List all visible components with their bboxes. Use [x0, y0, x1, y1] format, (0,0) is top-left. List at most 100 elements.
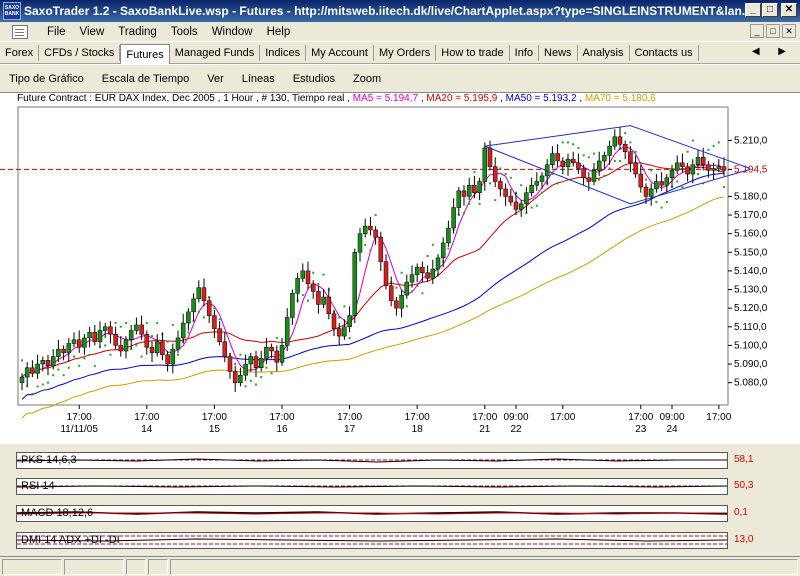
- candle-body: [102, 326, 108, 331]
- x-tick-time: 17:00: [405, 412, 430, 423]
- candlestick-chart[interactable]: 5.210,0 5.194,5 5.180,0 5.170,0 5.160,0 5.150…: [0, 93, 800, 445]
- menu-view[interactable]: View: [73, 26, 112, 38]
- candle-body: [66, 343, 72, 354]
- indicator-dmi-label: DMI 14 ADX +DI -DI: [21, 534, 120, 546]
- sar-dot: [166, 340, 169, 343]
- menu-lines[interactable]: Líneas: [233, 73, 284, 85]
- sar-dot: [244, 385, 247, 388]
- dmi-line: [17, 535, 727, 545]
- close-button[interactable]: ✕: [781, 3, 797, 17]
- candle-body: [113, 333, 118, 346]
- menu-window[interactable]: Window: [205, 26, 260, 38]
- sar-dot: [213, 307, 216, 310]
- sar-dot: [369, 249, 372, 252]
- sar-dot: [624, 132, 627, 135]
- candle-body: [628, 151, 633, 164]
- menu-time-scale[interactable]: Escala de Tiempo: [93, 73, 198, 85]
- indicator-rsi-label: RSI 14: [21, 480, 55, 492]
- tab-contacts-us[interactable]: Contacts us: [630, 44, 699, 61]
- indicator-rsi-value: 50,3: [734, 480, 754, 491]
- candle-body: [368, 225, 373, 231]
- sar-dot: [265, 366, 268, 369]
- price-chart-panel[interactable]: 5.210,0 5.194,5 5.180,0 5.170,0 5.160,0 5.150…: [0, 92, 800, 444]
- menu-studies[interactable]: Estudios: [284, 73, 344, 85]
- sar-dot: [140, 355, 143, 358]
- menu-help[interactable]: Help: [260, 26, 298, 38]
- document-icon[interactable]: [12, 24, 28, 39]
- indicator-macd[interactable]: MACD 18,12,6: [16, 505, 728, 522]
- candle-body: [212, 315, 217, 329]
- candle-body: [555, 153, 560, 162]
- candle-body: [451, 207, 456, 229]
- candle-body: [321, 296, 326, 305]
- candle-body: [716, 166, 722, 169]
- tab-indices[interactable]: Indices: [260, 44, 307, 61]
- candle-body: [35, 363, 40, 374]
- menu-zoom[interactable]: Zoom: [344, 73, 390, 85]
- tab-futures[interactable]: Futures: [120, 43, 170, 64]
- sar-dot: [707, 148, 710, 151]
- candle-body: [711, 168, 716, 171]
- candle-body: [581, 168, 586, 179]
- candle-body: [123, 339, 129, 352]
- tab-cfds-stocks[interactable]: CFDs / Stocks: [39, 44, 121, 61]
- indicator-macd-label: MACD 18,12,6: [21, 507, 94, 519]
- candle-body: [695, 157, 701, 165]
- tab-my-orders[interactable]: My Orders: [374, 44, 437, 61]
- tab-how-to-trade[interactable]: How to trade: [436, 44, 510, 61]
- candle-body: [503, 188, 508, 197]
- tab-info[interactable]: Info: [510, 44, 540, 61]
- sar-dot: [187, 331, 190, 334]
- indicator-dmi[interactable]: DMI 14 ADX +DI -DI: [16, 532, 728, 549]
- tab-forex[interactable]: Forex: [0, 44, 40, 61]
- tab-scroll-arrows[interactable]: ◀ ▶: [752, 46, 794, 57]
- indicator-rsi[interactable]: RSI 14: [16, 478, 728, 495]
- tab-news[interactable]: News: [539, 44, 578, 61]
- saxo-app-icon[interactable]: SAXO BANK: [3, 2, 21, 20]
- menu-trading[interactable]: Trading: [111, 26, 164, 38]
- candle-body: [472, 184, 477, 193]
- candle-body: [643, 186, 649, 197]
- sar-dot: [135, 344, 138, 347]
- legend-ma50: MA50 = 5.193,2: [505, 93, 577, 104]
- candle-body: [342, 326, 347, 337]
- candle-body: [128, 330, 134, 341]
- child-close-button[interactable]: ✕: [782, 24, 796, 38]
- y-tick-label: 5.170,0: [734, 210, 768, 221]
- child-restore-button[interactable]: □: [766, 24, 780, 38]
- candle-body: [331, 313, 337, 329]
- maximize-button[interactable]: □: [762, 3, 778, 17]
- sar-dot: [723, 186, 725, 189]
- candle-body: [258, 358, 264, 368]
- sar-dot: [177, 353, 179, 356]
- menu-file[interactable]: File: [40, 26, 73, 38]
- macd-line: [17, 511, 727, 515]
- candle-body: [154, 341, 160, 354]
- instrument-tabs: Forex CFDs / Stocks Futures Managed Fund…: [0, 42, 800, 64]
- candle-body: [477, 181, 482, 193]
- legend-ma20: MA20 = 5.195,9: [426, 93, 498, 104]
- candle-body: [45, 360, 51, 367]
- candle-body: [617, 136, 623, 145]
- tab-my-account[interactable]: My Account: [306, 44, 374, 61]
- sar-dot: [645, 178, 647, 181]
- tab-analysis[interactable]: Analysis: [578, 44, 630, 61]
- candle-body: [82, 337, 87, 348]
- minimize-button[interactable]: _: [745, 3, 761, 17]
- x-tick-time: 17:00: [134, 412, 159, 423]
- indicator-pks[interactable]: PKS 14,6,3: [16, 452, 728, 469]
- tab-managed-funds[interactable]: Managed Funds: [170, 44, 261, 61]
- child-minimize-button[interactable]: _: [750, 24, 764, 38]
- menu-ver[interactable]: Ver: [198, 73, 233, 85]
- sar-dot: [405, 305, 408, 308]
- candle-body: [191, 298, 196, 313]
- menu-bar: File View Trading Tools Window Help _ □ …: [0, 22, 800, 42]
- chart-legend: Future Contract : EUR DAX Index, Dec 200…: [17, 93, 656, 104]
- y-tick-label: 5.130,0: [734, 285, 768, 296]
- menu-chart-type[interactable]: Tipo de Gráfico: [0, 73, 93, 85]
- legend-contract: Future Contract : EUR DAX Index, Dec 200…: [17, 93, 345, 104]
- sar-dot: [197, 310, 200, 313]
- menu-tools[interactable]: Tools: [164, 26, 205, 38]
- candle-body: [232, 371, 238, 383]
- candle-body: [227, 356, 233, 372]
